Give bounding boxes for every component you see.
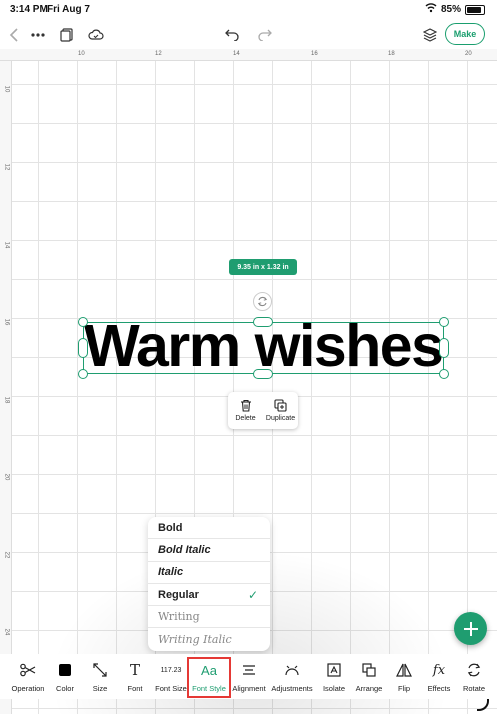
rotate-icon xyxy=(464,660,484,680)
ruler-tick: 14 xyxy=(3,241,10,249)
ruler-tick: 24 xyxy=(3,628,10,636)
cloud-icon[interactable] xyxy=(86,25,106,45)
tool-label: Rotate xyxy=(462,684,486,693)
resize-handle-top[interactable] xyxy=(253,317,273,327)
tool-label: Font xyxy=(127,684,143,693)
status-bar: 3:14 PM Fri Aug 7 85% xyxy=(0,0,497,20)
plus-icon xyxy=(463,621,478,636)
tool-rotate[interactable]: Rotate xyxy=(452,658,496,698)
selection-box[interactable] xyxy=(83,322,444,374)
duplicate-label: Duplicate xyxy=(265,415,296,422)
ruler-tick: 22 xyxy=(3,551,10,559)
resize-handle-right[interactable] xyxy=(439,338,449,358)
tool-label: Color xyxy=(56,684,74,693)
resize-handle-left[interactable] xyxy=(78,338,88,358)
resize-handle-bottom-left[interactable] xyxy=(78,369,88,379)
battery-percent: 85% xyxy=(440,4,461,15)
font-style-option-bold-italic[interactable]: Bold Italic xyxy=(148,539,270,562)
trash-icon xyxy=(240,399,251,412)
more-icon[interactable] xyxy=(28,25,48,45)
ruler-tick: 10 xyxy=(78,51,85,57)
tool-label: Effects xyxy=(427,684,451,693)
font-style-option-bold[interactable]: Bold xyxy=(148,517,270,540)
undo-icon[interactable] xyxy=(222,25,242,45)
font-style-option-writing-italic[interactable]: Writing Italic xyxy=(148,628,270,650)
status-time: 3:14 PM xyxy=(10,4,48,15)
copy-icon[interactable] xyxy=(57,25,77,45)
isolate-icon xyxy=(324,660,344,680)
font-style-option-italic[interactable]: Italic xyxy=(148,562,270,584)
ruler-tick: 20 xyxy=(465,51,472,57)
tool-label: Adjustments xyxy=(271,684,313,693)
battery-icon xyxy=(465,4,485,15)
action-popup: Delete Duplicate xyxy=(228,392,298,429)
font-style-option-regular[interactable]: Regular ✓ xyxy=(148,584,270,607)
font-t-icon: T xyxy=(125,660,145,680)
option-label: Writing xyxy=(158,610,200,624)
tool-adjustments[interactable]: Adjustments xyxy=(270,658,314,698)
ruler-tick: 18 xyxy=(388,51,395,57)
highlight-box xyxy=(187,657,231,698)
option-label: Writing Italic xyxy=(158,633,232,647)
option-label: Bold Italic xyxy=(158,543,211,556)
fx-icon: fx xyxy=(432,662,446,678)
resize-icon xyxy=(90,660,110,680)
checkmark-icon: ✓ xyxy=(247,587,258,602)
status-date: Fri Aug 7 xyxy=(47,4,90,15)
ruler-tick: 16 xyxy=(3,318,10,326)
tool-label: Alignment xyxy=(232,684,266,693)
tool-label: Font Size xyxy=(155,684,187,693)
font-size-value: 117.23 xyxy=(160,660,182,680)
bottom-toolbar: Operation Color Size T Font 117.23 Font … xyxy=(0,654,497,699)
ruler-tick: 16 xyxy=(311,51,318,57)
option-label: Italic xyxy=(158,566,184,579)
ruler-top: 10 12 14 16 18 20 xyxy=(0,49,497,61)
resize-handle-top-right[interactable] xyxy=(439,317,449,327)
color-swatch-icon xyxy=(55,660,75,680)
resize-handle-bottom[interactable] xyxy=(253,369,273,379)
back-chevron-icon[interactable] xyxy=(4,25,24,45)
make-button[interactable]: Make xyxy=(445,23,485,45)
layers-status-icon xyxy=(425,3,437,16)
duplicate-icon xyxy=(274,399,287,412)
delete-label: Delete xyxy=(235,415,256,422)
tool-label: Isolate xyxy=(322,684,346,693)
delete-button[interactable]: Delete xyxy=(228,392,263,429)
tool-label: Operation xyxy=(11,684,45,693)
tool-label: Size xyxy=(92,684,108,693)
option-label: Bold xyxy=(158,521,183,534)
ruler-left: 10 12 14 16 18 20 22 24 xyxy=(0,61,12,714)
layers-icon[interactable] xyxy=(420,25,440,45)
top-bar: Make xyxy=(0,22,497,48)
flip-icon xyxy=(394,660,414,680)
ruler-tick: 14 xyxy=(233,51,240,57)
ruler-tick: 12 xyxy=(155,51,162,57)
adjustments-icon xyxy=(282,660,302,680)
font-style-option-writing[interactable]: Writing xyxy=(148,606,270,629)
resize-handle-bottom-right[interactable] xyxy=(439,369,449,379)
ruler-tick: 10 xyxy=(3,85,10,93)
size-badge: 9.35 in x 1.32 in xyxy=(229,259,297,275)
font-icon-text: T xyxy=(129,661,140,679)
ruler-tick: 12 xyxy=(3,163,10,171)
arrange-icon xyxy=(359,660,379,680)
tool-label: Arrange xyxy=(355,684,383,693)
add-button[interactable] xyxy=(454,612,487,645)
status-right: 85% xyxy=(425,3,485,16)
redo-icon[interactable] xyxy=(255,25,275,45)
font-style-menu: Bold Bold Italic Italic Regular ✓ Writing… xyxy=(148,517,270,651)
battery-fill xyxy=(467,6,481,13)
option-label: Regular xyxy=(158,588,199,601)
font-size-value-text: 117.23 xyxy=(160,666,182,674)
scissors-icon xyxy=(18,660,38,680)
duplicate-button[interactable]: Duplicate xyxy=(263,392,298,429)
ruler-tick: 20 xyxy=(3,473,10,481)
tool-label: Flip xyxy=(397,684,411,693)
resize-handle-top-left[interactable] xyxy=(78,317,88,327)
tool-alignment[interactable]: Alignment xyxy=(227,658,271,698)
rotate-handle-icon[interactable] xyxy=(253,292,272,311)
ruler-tick: 18 xyxy=(3,396,10,404)
align-icon xyxy=(239,660,259,680)
